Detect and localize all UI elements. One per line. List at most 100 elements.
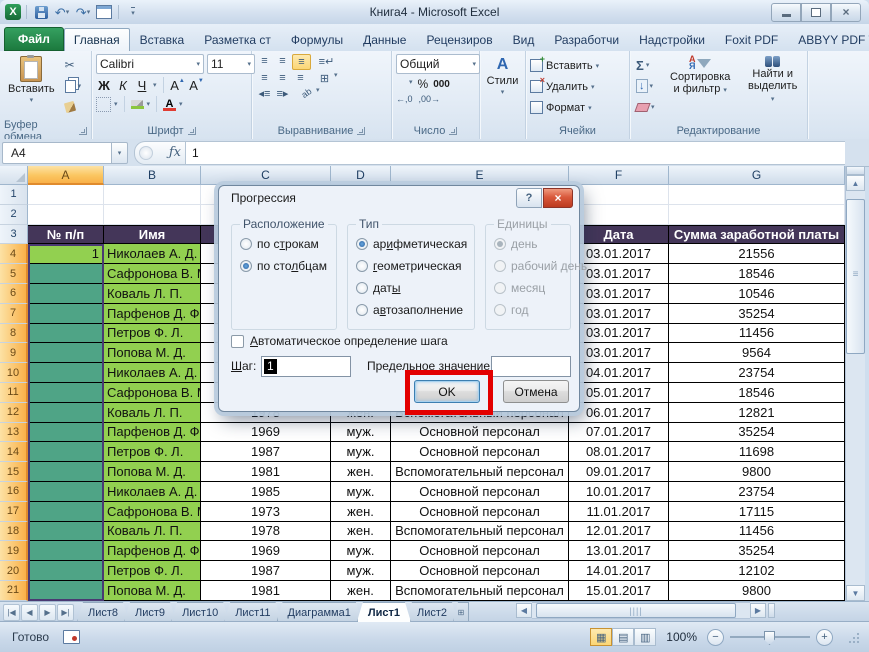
cell-C19[interactable]: 1969 [201,541,331,561]
cell-E18[interactable]: Вспомогательный персонал [391,522,569,542]
cell-D21[interactable]: жен. [331,581,391,601]
name-box[interactable]: A4 [2,142,112,164]
cell-B13[interactable]: Парфенов Д. Ф. [104,423,201,443]
tab-Рецензиров[interactable]: Рецензиров [416,28,502,51]
type-option-3[interactable]: автозаполнение [356,303,474,317]
tab-ABBYY PDF T[interactable]: ABBYY PDF T [788,28,869,51]
radio-icon[interactable] [356,260,368,272]
underline-dropdown-icon[interactable]: ▾ [153,81,157,89]
align-left-button[interactable]: ≡ [256,71,273,85]
close-button[interactable]: × [831,3,861,22]
cell-C16[interactable]: 1985 [201,482,331,502]
row-header-2[interactable]: 2 [0,205,28,225]
split-handle[interactable] [846,166,865,175]
row-header-21[interactable]: 21 [0,581,28,601]
copy-button[interactable]: ▾ [63,77,87,95]
tab-Разметка ст[interactable]: Разметка ст [194,28,281,51]
tab-Вставка[interactable]: Вставка [130,28,195,51]
cell-E21[interactable]: Вспомогательный персонал [391,581,569,601]
row-header-7[interactable]: 7 [0,304,28,324]
increase-indent-button[interactable]: ≡▸ [274,86,291,100]
borders-button[interactable] [96,97,111,112]
sheet-tab-Лист9[interactable]: Лист9 [124,602,176,622]
paste-button[interactable]: Вставить ▾ [4,54,59,106]
cell-G19[interactable]: 35254 [669,541,845,561]
row-header-6[interactable]: 6 [0,284,28,304]
type-option-0[interactable]: арифметическая [356,237,474,251]
cell-D13[interactable]: муж. [331,423,391,443]
cell-D16[interactable]: муж. [331,482,391,502]
cell-B1[interactable] [104,185,201,205]
horizontal-scrollbar-thumb[interactable]: |||| [536,603,736,618]
font-name-combo[interactable]: Calibri▾ [96,54,204,74]
merge-center-button[interactable]: ⊞ [316,71,333,85]
cell-G7[interactable]: 35254 [669,304,845,324]
ok-button[interactable]: OK [414,380,480,403]
format-painter-button[interactable] [63,98,87,116]
cell-B8[interactable]: Петров Ф. Л. [104,324,201,344]
increase-decimal-button[interactable]: ←,0 [396,94,413,104]
cell-A10[interactable] [28,363,104,383]
scroll-up-icon[interactable]: ▲ [846,175,865,191]
cell-B2[interactable] [104,205,201,225]
cell-F15[interactable]: 09.01.2017 [569,462,669,482]
cell-C14[interactable]: 1987 [201,442,331,462]
cell-D15[interactable]: жен. [331,462,391,482]
cell-F20[interactable]: 14.01.2017 [569,561,669,581]
align-top-button[interactable]: ≡ [256,54,273,68]
cancel-button[interactable]: Отмена [503,380,569,403]
cell-D17[interactable]: жен. [331,502,391,522]
cell-C17[interactable]: 1973 [201,502,331,522]
cell-G21[interactable]: 9800 [669,581,845,601]
cell-A14[interactable] [28,442,104,462]
cell-E13[interactable]: Основной персонал [391,423,569,443]
cell-F19[interactable]: 13.01.2017 [569,541,669,561]
cell-B12[interactable]: Коваль Л. П. [104,403,201,423]
percent-button[interactable]: % [418,77,429,91]
cell-E15[interactable]: Вспомогательный персонал [391,462,569,482]
cell-A16[interactable] [28,482,104,502]
row-header-11[interactable]: 11 [0,383,28,403]
orientation-button[interactable]: ab [296,82,318,103]
cell-C20[interactable]: 1987 [201,561,331,581]
cell-E14[interactable]: Основной персонал [391,442,569,462]
tab-Foxit PDF[interactable]: Foxit PDF [715,28,788,51]
cell-A2[interactable] [28,205,104,225]
cell-G20[interactable]: 12102 [669,561,845,581]
dialog-launcher-icon[interactable] [357,127,365,135]
cell-G9[interactable]: 9564 [669,343,845,363]
cell-C13[interactable]: 1969 [201,423,331,443]
cell-B10[interactable]: Николаев А. Д. [104,363,201,383]
row-header-19[interactable]: 19 [0,541,28,561]
row-header-14[interactable]: 14 [0,442,28,462]
scroll-left-icon[interactable]: ◀ [516,603,532,618]
first-sheet-icon[interactable]: |◀ [3,604,20,621]
tab-Формулы[interactable]: Формулы [281,28,353,51]
cell-A17[interactable] [28,502,104,522]
dialog-help-icon[interactable]: ? [516,188,542,208]
cell-E17[interactable]: Основной персонал [391,502,569,522]
tab-Разработчи[interactable]: Разработчи [544,28,629,51]
sort-filter-button[interactable]: АЯ Сортировкаи фильтр ▾ [666,54,734,99]
decrease-decimal-button[interactable]: ,00→ [419,94,441,104]
zoom-slider[interactable] [730,636,810,638]
cell-G1[interactable] [669,185,845,205]
formula-input[interactable]: 1 [185,141,845,165]
page-layout-view-icon[interactable]: ▤ [612,628,634,646]
next-sheet-icon[interactable]: ▶ [39,604,56,621]
page-break-view-icon[interactable]: ▥ [634,628,656,646]
row-header-9[interactable]: 9 [0,343,28,363]
column-header-E[interactable]: E [391,166,569,185]
column-header-B[interactable]: B [104,166,201,185]
zoom-slider-thumb[interactable] [764,631,775,645]
horizontal-scrollbar-track[interactable]: |||| [532,602,750,619]
cell-G12[interactable]: 12821 [669,403,845,423]
column-header-D[interactable]: D [331,166,391,185]
cell-A15[interactable] [28,462,104,482]
cell-B5[interactable]: Сафронова В. М. [104,264,201,284]
select-all-corner[interactable] [0,166,28,185]
cell-C18[interactable]: 1978 [201,522,331,542]
cell-F10[interactable]: 04.01.2017 [569,363,669,383]
cell-G5[interactable]: 18546 [669,264,845,284]
row-header-18[interactable]: 18 [0,522,28,542]
